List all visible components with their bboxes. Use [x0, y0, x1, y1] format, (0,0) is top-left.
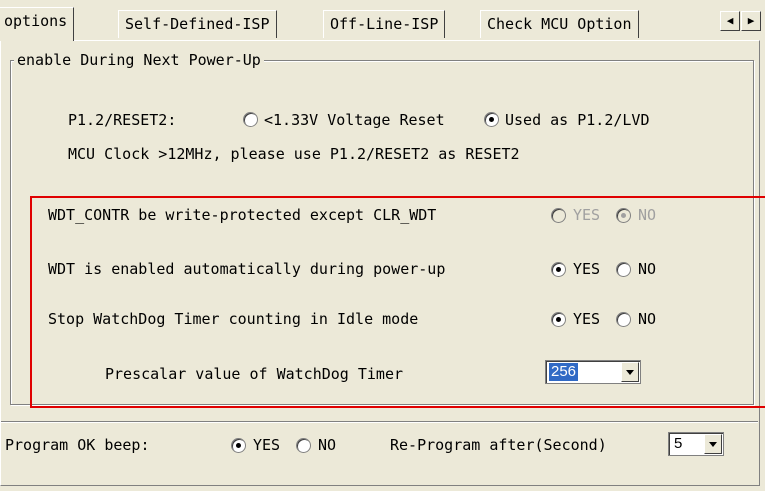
wdt-idle-no-radio[interactable] — [616, 312, 631, 327]
prescalar-label: Prescalar value of WatchDog Timer — [105, 365, 404, 383]
p12-lvd-label: Used as P1.2/LVD — [505, 111, 650, 129]
p12-voltage-reset-radio[interactable] — [243, 112, 258, 127]
wdt-protect-no-radio[interactable] — [616, 208, 631, 223]
wdt-protect-no-label: NO — [638, 206, 657, 224]
prescalar-value: 256 — [549, 363, 579, 381]
wdt-idle-yes-label: YES — [573, 310, 601, 328]
beep-label: Program OK beep: — [5, 436, 150, 454]
tab-scroll-right-icon[interactable]: ▶ — [741, 11, 761, 31]
beep-yes-radio[interactable] — [231, 438, 246, 453]
tab-self-defined-isp[interactable]: Self-Defined-ISP — [118, 10, 277, 38]
wdt-idle-no-label: NO — [638, 310, 657, 328]
beep-yes-label: YES — [253, 436, 281, 454]
reprogram-label: Re-Program after(Second) — [390, 436, 607, 454]
reprogram-select[interactable]: 5 — [668, 432, 724, 456]
tab-options[interactable]: options — [0, 7, 75, 41]
groupbox-title: enable During Next Power-Up — [14, 51, 264, 69]
chevron-down-icon[interactable] — [621, 362, 639, 382]
wdt-enable-no-label: NO — [638, 260, 657, 278]
wdt-enable-yes-radio[interactable] — [551, 262, 566, 277]
footer-divider — [1, 421, 758, 423]
p12-lvd-radio[interactable] — [484, 112, 499, 127]
clock-note: MCU Clock >12MHz, please use P1.2/RESET2… — [68, 145, 520, 163]
tab-check-mcu-option[interactable]: Check MCU Option — [480, 10, 639, 38]
p12-label: P1.2/RESET2: — [68, 111, 177, 129]
wdt-enable-yes-label: YES — [573, 260, 601, 278]
tab-strip: options Self-Defined-ISP Off-Line-ISP Ch… — [0, 0, 765, 41]
wdt-protect-label: WDT_CONTR be write-protected except CLR_… — [48, 206, 437, 224]
wdt-enable-no-radio[interactable] — [616, 262, 631, 277]
tab-off-line-isp[interactable]: Off-Line-ISP — [323, 10, 446, 38]
prescalar-select[interactable]: 256 — [545, 360, 641, 384]
reprogram-value: 5 — [674, 435, 683, 452]
beep-no-label: NO — [318, 436, 337, 454]
wdt-enable-label: WDT is enabled automatically during powe… — [48, 260, 446, 278]
tab-scroll-left-icon[interactable]: ◀ — [720, 11, 740, 31]
wdt-idle-label: Stop WatchDog Timer counting in Idle mod… — [48, 310, 419, 328]
p12-voltage-reset-label: <1.33V Voltage Reset — [264, 111, 445, 129]
beep-no-radio[interactable] — [296, 438, 311, 453]
wdt-protect-yes-label: YES — [573, 206, 601, 224]
wdt-idle-yes-radio[interactable] — [551, 312, 566, 327]
wdt-protect-yes-radio[interactable] — [551, 208, 566, 223]
chevron-down-icon[interactable] — [704, 434, 722, 454]
